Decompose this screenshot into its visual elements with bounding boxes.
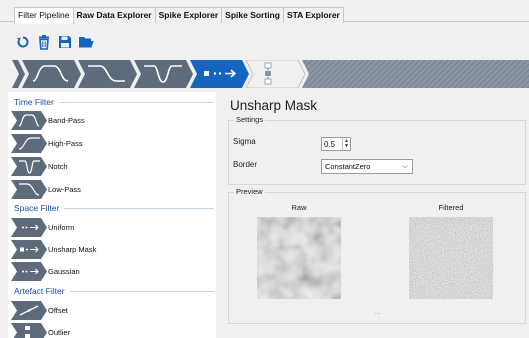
pipeline-empty-track (302, 60, 529, 88)
unsharp-mask-icon (11, 240, 47, 259)
filter-item-label: Uniform (48, 223, 75, 232)
tab-bar: Filter Pipeline Raw Data Explorer Spike … (0, 0, 529, 24)
group-header-label: Time Filter (14, 97, 54, 107)
sigma-spinner[interactable]: 0.5 ▲ ▼ (321, 137, 351, 151)
filter-item-label: Notch (48, 162, 68, 171)
delete-icon (39, 34, 49, 50)
filter-item-label: High-Pass (48, 139, 83, 148)
border-label: Border (233, 160, 258, 169)
refresh-button[interactable] (14, 33, 32, 51)
uniform-icon (11, 218, 47, 237)
filtered-preview-image (409, 217, 493, 299)
pipeline-stage-outlier[interactable] (245, 60, 306, 88)
filter-settings-panel: Unsharp Mask Settings Sigma 0.5 ▲ ▼ Bord… (224, 92, 529, 338)
gaussian-icon (11, 262, 47, 281)
filter-item-label: Offset (48, 306, 68, 315)
notch-icon (11, 157, 47, 176)
high-pass-icon (11, 134, 47, 153)
pipeline-stage-high-pass[interactable] (78, 60, 137, 88)
pipeline-stage-unsharp-mask[interactable] (190, 60, 249, 88)
filter-pipeline-strip (12, 60, 529, 88)
sigma-value: 0.5 (324, 139, 336, 149)
filter-item-notch[interactable]: Notch (11, 157, 211, 176)
delete-button[interactable] (35, 33, 53, 51)
tab-filter-pipeline[interactable]: Filter Pipeline (14, 7, 74, 24)
filter-item-label: Band-Pass (48, 116, 85, 125)
tab-spike-sorting[interactable]: Spike Sorting (221, 7, 284, 23)
sigma-label: Sigma (233, 137, 256, 146)
outlier-icon (11, 323, 47, 338)
filter-item-label: Outlier (48, 328, 71, 337)
preview-resize-grip[interactable]: ... (374, 307, 381, 316)
save-button[interactable] (56, 33, 74, 51)
pipeline-stage-band-pass[interactable] (22, 60, 81, 88)
filter-item-uniform[interactable]: Uniform (11, 218, 211, 237)
group-header-label: Space Filter (14, 203, 60, 213)
group-header-label: Artefact Filter (14, 286, 65, 296)
raw-preview-image (257, 217, 341, 299)
save-icon (59, 36, 71, 48)
offset-icon (11, 301, 47, 320)
filter-item-band-pass[interactable]: Band-Pass (11, 111, 211, 130)
filter-item-offset[interactable]: Offset (11, 301, 211, 320)
refresh-icon (17, 36, 29, 48)
chevron-down-icon: ⌵ (402, 162, 408, 170)
group-header-time-filter: Time Filter (14, 96, 214, 108)
pipeline-stage-notch[interactable] (134, 60, 193, 88)
filter-item-label: Low-Pass (48, 185, 81, 194)
preview-legend: Preview (234, 187, 265, 196)
filter-library-panel: Time Filter Band-Pass High-Pass Notch Lo… (8, 92, 216, 338)
border-select[interactable]: ConstantZero ⌵ (321, 159, 413, 174)
filter-item-low-pass[interactable]: Low-Pass (11, 180, 211, 199)
toolbar (14, 33, 95, 51)
group-header-space-filter: Space Filter (14, 202, 214, 214)
group-header-artefact-filter: Artefact Filter (14, 285, 214, 297)
tab-strip: Filter Pipeline Raw Data Explorer Spike … (14, 7, 344, 24)
spin-arrows[interactable]: ▲ ▼ (342, 138, 350, 150)
filter-item-label: Gaussian (48, 267, 80, 276)
filter-item-outlier[interactable]: Outlier (11, 323, 211, 338)
open-folder-button[interactable] (77, 33, 95, 51)
filter-item-label: Unsharp Mask (48, 245, 97, 254)
filter-item-unsharp-mask[interactable]: Unsharp Mask (11, 240, 211, 259)
band-pass-icon (11, 111, 47, 130)
filter-item-gaussian[interactable]: Gaussian (11, 262, 211, 281)
pipeline-start-cap (12, 60, 25, 88)
filtered-image-label: Filtered (438, 203, 464, 212)
preview-group: Preview Raw Filtered ... (228, 187, 526, 324)
open-folder-icon (79, 37, 94, 48)
low-pass-icon (11, 180, 47, 199)
tab-raw-data-explorer[interactable]: Raw Data Explorer (72, 7, 156, 23)
border-value: ConstantZero (325, 162, 371, 171)
filter-item-high-pass[interactable]: High-Pass (11, 134, 211, 153)
filter-title: Unsharp Mask (230, 98, 318, 113)
spin-down-icon[interactable]: ▼ (344, 144, 349, 149)
settings-legend: Settings (234, 115, 266, 124)
settings-group: Settings Sigma 0.5 ▲ ▼ Border ConstantZe… (228, 115, 526, 185)
tab-spike-explorer[interactable]: Spike Explorer (154, 7, 223, 23)
raw-image-label: Raw (291, 203, 307, 212)
tab-sta-explorer[interactable]: STA Explorer (282, 7, 344, 23)
